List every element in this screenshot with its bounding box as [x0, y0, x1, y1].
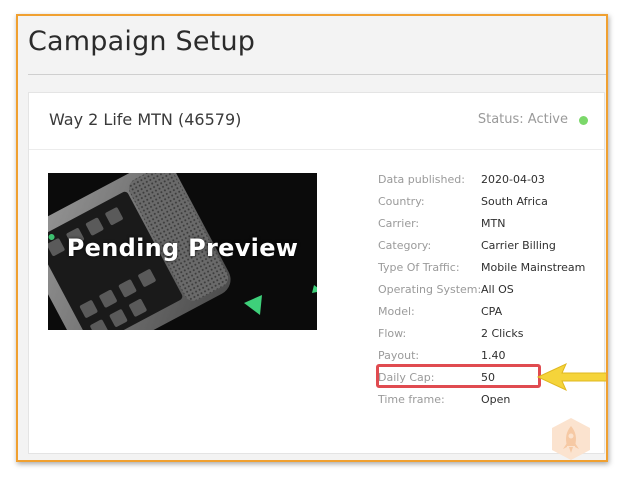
detail-row: Carrier: MTN	[378, 217, 598, 239]
detail-value: Open	[481, 393, 511, 406]
detail-label: Data published:	[378, 173, 465, 186]
detail-value: 2020-04-03	[481, 173, 545, 186]
page-title: Campaign Setup	[28, 26, 256, 57]
screenshot-frame: Campaign Setup Way 2 Life MTN (46579) St…	[16, 14, 608, 462]
detail-row: Data published: 2020-04-03	[378, 173, 598, 195]
detail-value: CPA	[481, 305, 503, 318]
detail-row: Operating System: All OS	[378, 283, 598, 305]
detail-label: Flow:	[378, 327, 407, 340]
detail-row: Model: CPA	[378, 305, 598, 327]
detail-value: 2 Clicks	[481, 327, 524, 340]
title-divider	[28, 74, 606, 75]
detail-value: 1.40	[481, 349, 506, 362]
status-active-dot-icon	[579, 116, 588, 125]
detail-row: Flow: 2 Clicks	[378, 327, 598, 349]
detail-label: Country:	[378, 195, 425, 208]
campaign-preview-image: Pending Preview	[48, 173, 317, 330]
campaign-card-header: Way 2 Life MTN (46579) Status: Active	[29, 93, 604, 150]
campaign-name: Way 2 Life MTN (46579)	[49, 110, 242, 129]
detail-label: Payout:	[378, 349, 420, 362]
detail-row: Country: South Africa	[378, 195, 598, 217]
detail-label: Carrier:	[378, 217, 420, 230]
campaign-status-text: Status: Active	[477, 112, 568, 127]
rocket-watermark-icon	[552, 418, 590, 460]
detail-row: Type Of Traffic: Mobile Mainstream	[378, 261, 598, 283]
detail-value: Carrier Billing	[481, 239, 556, 252]
detail-row: Time frame: Open	[378, 393, 598, 415]
daily-cap-highlight-box	[376, 364, 541, 388]
preview-label: Pending Preview	[66, 234, 299, 262]
detail-label: Model:	[378, 305, 415, 318]
detail-row: Category: Carrier Billing	[378, 239, 598, 261]
detail-value: MTN	[481, 217, 506, 230]
detail-value: All OS	[481, 283, 514, 296]
detail-value: South Africa	[481, 195, 548, 208]
detail-label: Category:	[378, 239, 432, 252]
detail-label: Type Of Traffic:	[378, 261, 460, 274]
detail-label: Time frame:	[378, 393, 445, 406]
detail-value: Mobile Mainstream	[481, 261, 586, 274]
detail-label: Operating System:	[378, 283, 482, 296]
yellow-arrow-icon	[536, 362, 606, 392]
campaign-card: Way 2 Life MTN (46579) Status: Active Pe…	[28, 92, 606, 460]
